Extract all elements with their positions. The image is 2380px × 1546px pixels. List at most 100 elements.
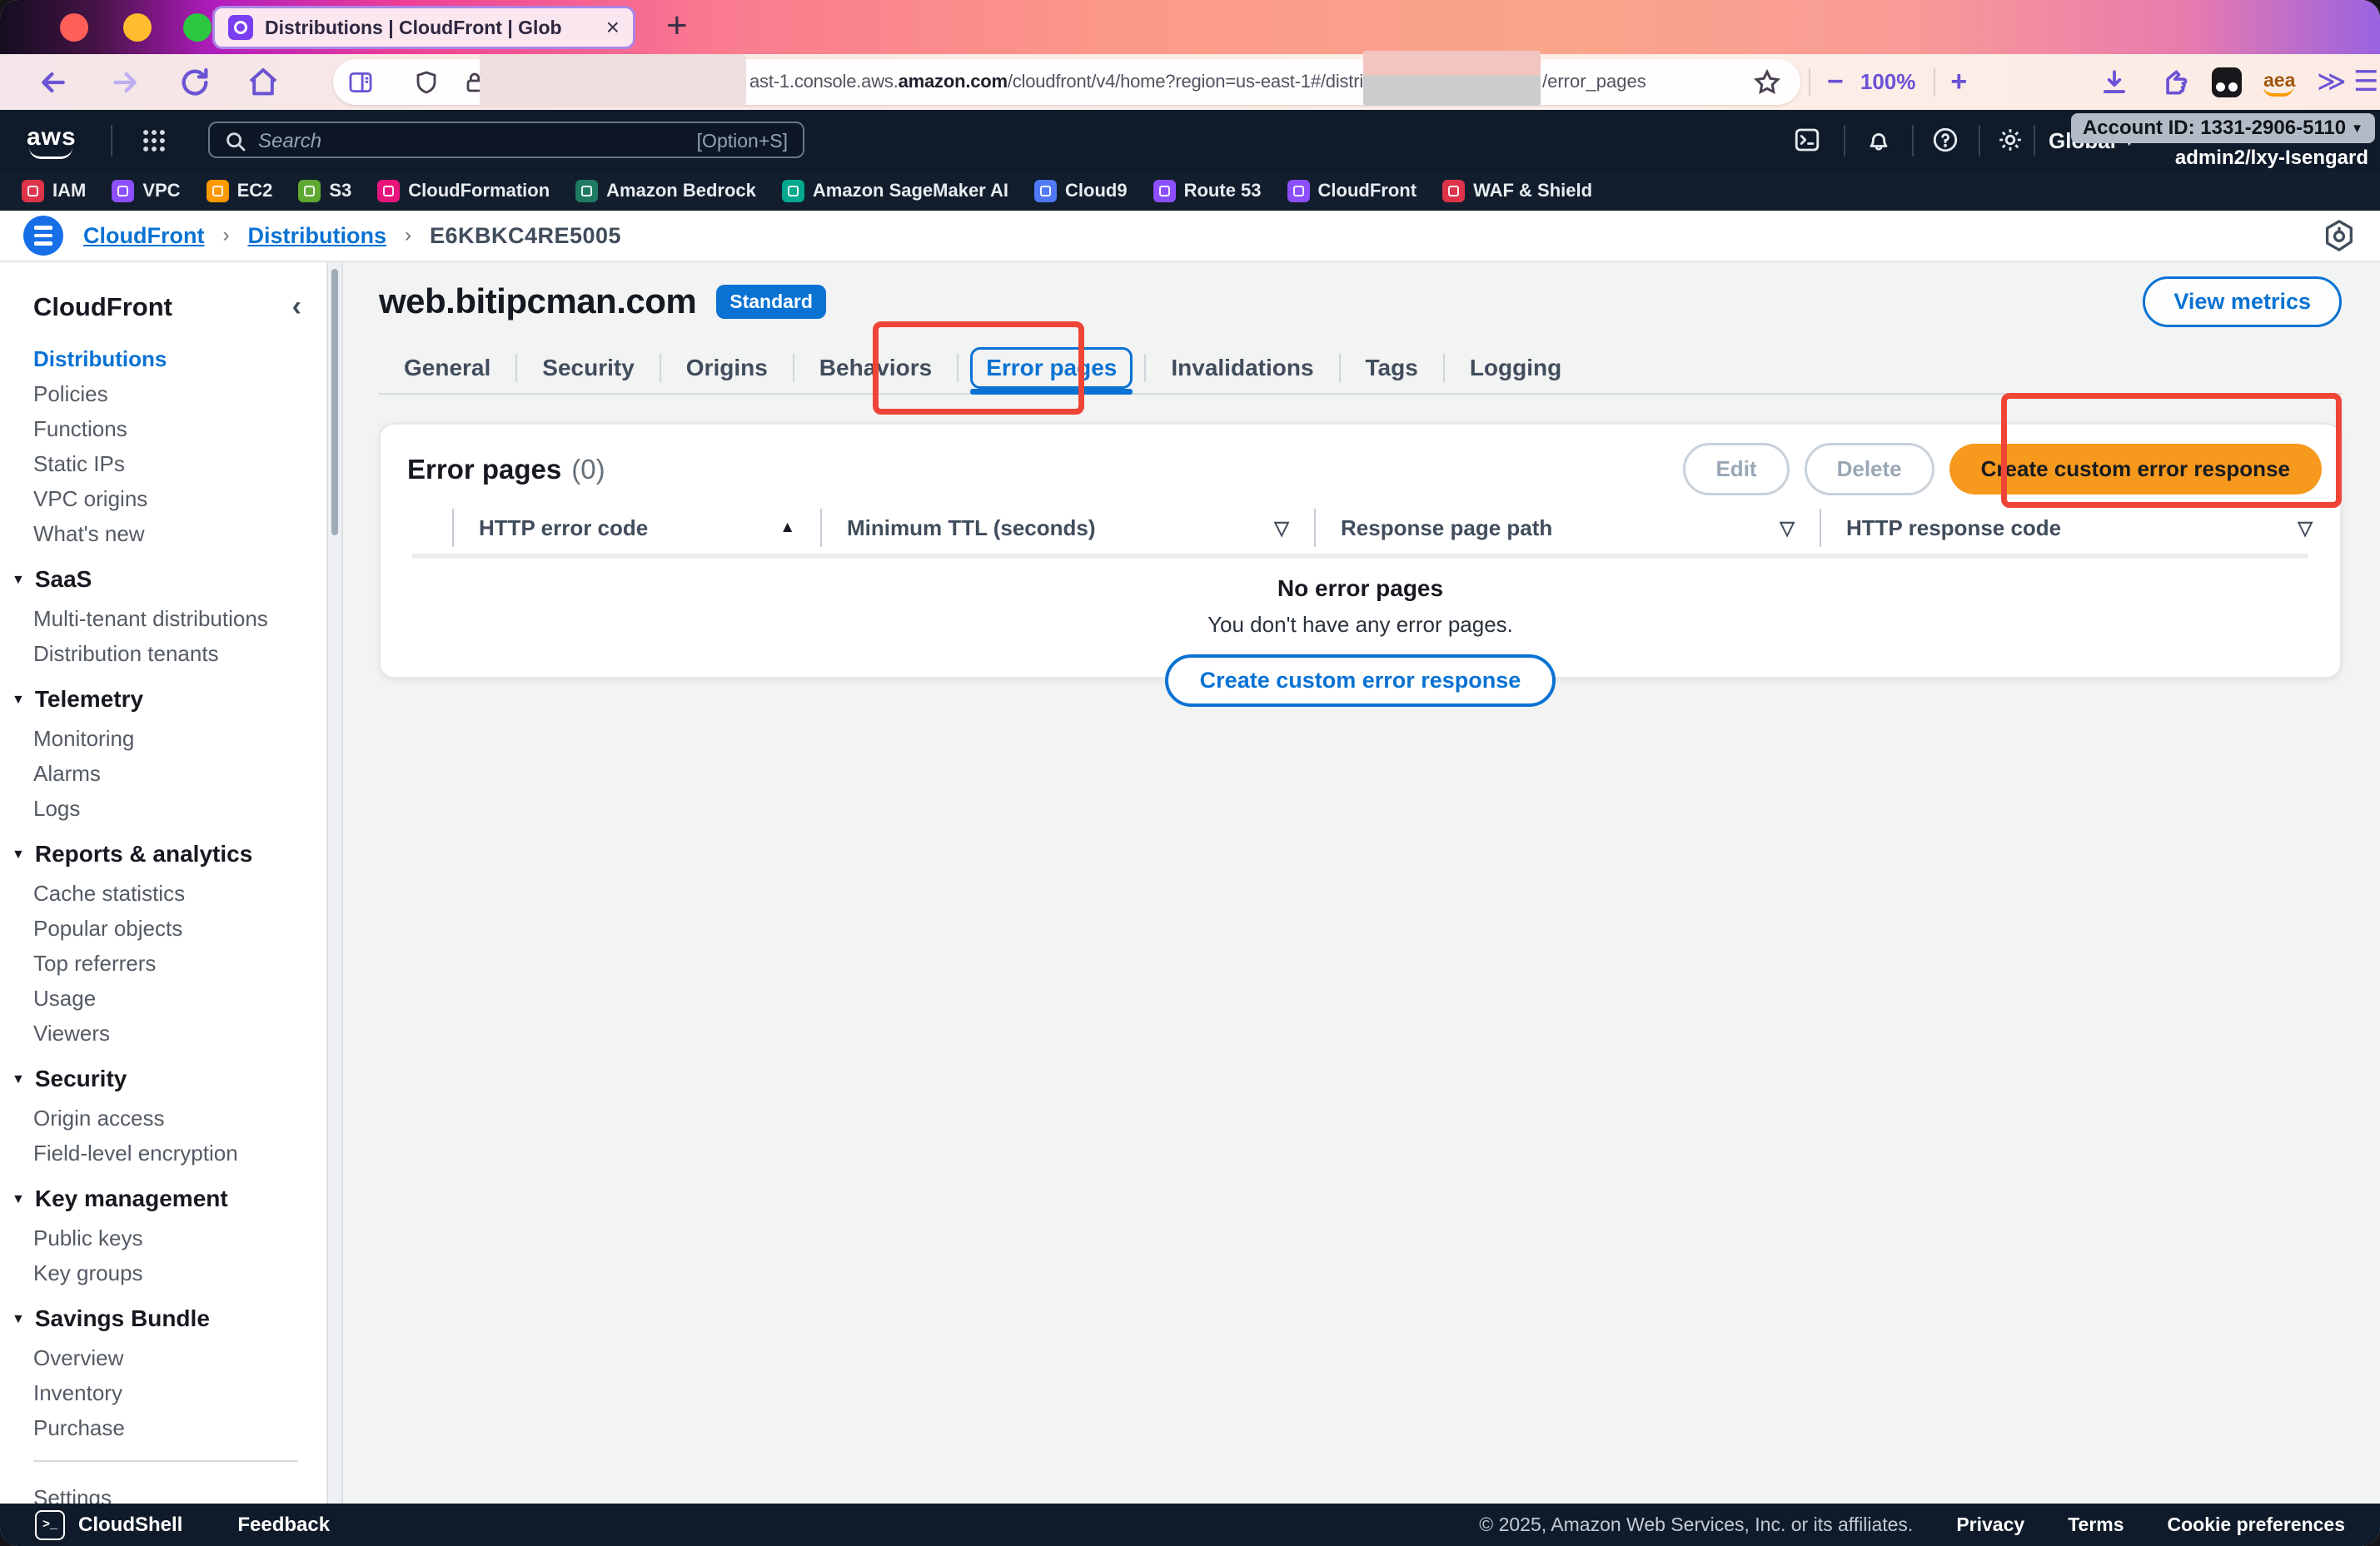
bookmark-route53[interactable]: Route 53 xyxy=(1153,180,1262,202)
column-minimum-ttl[interactable]: Minimum TTL (seconds)▽ xyxy=(822,509,1316,547)
sidebar-item-distribution-tenants[interactable]: Distribution tenants xyxy=(33,643,306,664)
sidebar-item-multi-tenant-distributions[interactable]: Multi-tenant distributions xyxy=(33,608,306,629)
sidebar-item-monitoring[interactable]: Monitoring xyxy=(33,728,306,749)
notifications-hexagon-icon[interactable] xyxy=(2322,218,2357,253)
sidebar-item-alarms[interactable]: Alarms xyxy=(33,763,306,784)
column-http-response-code[interactable]: HTTP response code▽ xyxy=(1821,509,2338,547)
column-http-error-code[interactable]: HTTP error code▲ xyxy=(454,509,822,547)
gear-icon[interactable] xyxy=(1995,125,2027,157)
bookmark-s3[interactable]: S3 xyxy=(298,180,351,202)
breadcrumb-distributions-link[interactable]: Distributions xyxy=(247,223,386,249)
sidebar-item-field-level-encryption[interactable]: Field-level encryption xyxy=(33,1142,306,1164)
save-to-pocket-icon[interactable] xyxy=(2158,67,2190,98)
sidebar-group-heading[interactable]: ▼Reports & analytics xyxy=(12,841,306,867)
zoom-out-button[interactable]: − xyxy=(1827,66,1844,98)
help-icon[interactable] xyxy=(1930,125,1962,157)
tab-logging[interactable]: Logging xyxy=(1470,343,1561,393)
sidebar-item-public-keys[interactable]: Public keys xyxy=(33,1227,306,1249)
shield-icon[interactable] xyxy=(413,68,441,97)
bookmark-bedrock[interactable]: Amazon Bedrock xyxy=(575,180,756,202)
bookmark-waf-shield[interactable]: WAF & Shield xyxy=(1442,180,1592,202)
breadcrumb-cloudfront-link[interactable]: CloudFront xyxy=(83,223,204,249)
tab-tags[interactable]: Tags xyxy=(1366,343,1418,393)
filter-icon[interactable]: ▽ xyxy=(1780,517,1795,539)
bookmark-star-icon[interactable] xyxy=(1752,67,1782,97)
account-id-dropdown[interactable]: Account ID: 1331-2906-5110▼ xyxy=(2071,113,2375,143)
side-menu-hamburger-icon[interactable] xyxy=(23,216,63,256)
bookmark-ec2[interactable]: EC2 xyxy=(207,180,273,202)
scrollbar-thumb[interactable] xyxy=(331,269,338,535)
filter-icon[interactable]: ▽ xyxy=(1274,517,1289,539)
sidebar-item-viewers[interactable]: Viewers xyxy=(33,1022,306,1044)
sidebar-item-usage[interactable]: Usage xyxy=(33,987,306,1009)
footer-feedback-link[interactable]: Feedback xyxy=(237,1514,330,1537)
cloudshell-icon[interactable]: >_ xyxy=(35,1510,65,1540)
bookmark-vpc[interactable]: VPC xyxy=(112,180,180,202)
sidebar-item-popular-objects[interactable]: Popular objects xyxy=(33,917,306,939)
account-username[interactable]: admin2/lxy-Isengard xyxy=(2175,147,2368,170)
toolbar-overflow-icon[interactable]: ≫ xyxy=(2317,65,2347,98)
tab-origins[interactable]: Origins xyxy=(686,343,768,393)
browser-tab[interactable]: Distributions | CloudFront | Glob × xyxy=(212,6,635,49)
zoom-level[interactable]: 100% xyxy=(1860,69,1916,95)
sidebar-group-heading[interactable]: ▼Savings Bundle xyxy=(12,1305,306,1332)
bookmark-sagemaker[interactable]: Amazon SageMaker AI xyxy=(782,180,1008,202)
bookmark-cloudfront[interactable]: CloudFront xyxy=(1287,180,1417,202)
sidebar-item-overview[interactable]: Overview xyxy=(33,1347,306,1369)
downloads-icon[interactable] xyxy=(2099,67,2130,98)
amazon-extension-icon[interactable]: aea xyxy=(2263,69,2295,92)
filter-icon[interactable]: ▽ xyxy=(2298,517,2313,539)
sidebar-scrollbar[interactable] xyxy=(326,262,343,1504)
sidebar-item-distributions[interactable]: Distributions xyxy=(33,348,306,370)
tab-invalidations[interactable]: Invalidations xyxy=(1171,343,1313,393)
sort-ascending-icon[interactable]: ▲ xyxy=(779,519,795,537)
new-tab-button[interactable]: + xyxy=(666,5,688,47)
sidebar-item-policies[interactable]: Policies xyxy=(33,383,306,405)
tab-security[interactable]: Security xyxy=(542,343,635,393)
footer-cloudshell-link[interactable]: CloudShell xyxy=(78,1514,182,1537)
macos-close-button[interactable] xyxy=(60,13,88,42)
extension-icon[interactable] xyxy=(2212,67,2242,97)
tab-close-icon[interactable]: × xyxy=(606,16,620,39)
forward-icon[interactable] xyxy=(108,66,142,99)
sidebar-group-heading[interactable]: ▼Security xyxy=(12,1066,306,1092)
sidebar-item-functions[interactable]: Functions xyxy=(33,418,306,440)
sidebar-item-top-referrers[interactable]: Top referrers xyxy=(33,952,306,974)
aws-logo[interactable]: aws xyxy=(27,123,77,152)
macos-minimize-button[interactable] xyxy=(123,13,152,42)
footer-cookie-preferences-link[interactable]: Cookie preferences xyxy=(2168,1514,2345,1536)
macos-zoom-button[interactable] xyxy=(183,13,212,42)
sidebar-item-purchase[interactable]: Purchase xyxy=(33,1417,306,1439)
aws-search-input[interactable]: Search [Option+S] xyxy=(208,122,804,158)
sidebar-item-key-groups[interactable]: Key groups xyxy=(33,1262,306,1284)
bookmark-cloud9[interactable]: Cloud9 xyxy=(1034,180,1128,202)
sidebar-item-vpc-origins[interactable]: VPC origins xyxy=(33,488,306,510)
delete-button[interactable]: Delete xyxy=(1805,443,1934,495)
sidebar-item-whats-new[interactable]: What's new xyxy=(33,523,306,544)
create-custom-error-response-secondary-button[interactable]: Create custom error response xyxy=(1165,654,1556,707)
tab-general[interactable]: General xyxy=(404,343,490,393)
notifications-bell-icon[interactable] xyxy=(1864,125,1895,157)
zoom-in-button[interactable]: + xyxy=(1950,66,1967,98)
sidebar-group-heading[interactable]: ▼SaaS xyxy=(12,566,306,593)
services-grid-icon[interactable] xyxy=(140,127,172,158)
cloudshell-terminal-icon[interactable] xyxy=(1792,125,1824,157)
sidebar-collapse-icon[interactable]: ‹ xyxy=(292,291,301,323)
sidebar-item-static-ips[interactable]: Static IPs xyxy=(33,453,306,475)
sidebar-item-logs[interactable]: Logs xyxy=(33,798,306,819)
sidebar-group-heading[interactable]: ▼Key management xyxy=(12,1186,306,1212)
address-bar[interactable]: ast-1.console.aws.amazon.com/cloudfront/… xyxy=(333,59,1800,105)
bookmark-cloudformation[interactable]: CloudFormation xyxy=(377,180,550,202)
view-metrics-button[interactable]: View metrics xyxy=(2143,276,2342,327)
edit-button[interactable]: Edit xyxy=(1683,443,1789,495)
reader-view-icon[interactable] xyxy=(346,68,375,97)
sidebar-item-cache-statistics[interactable]: Cache statistics xyxy=(33,882,306,904)
home-icon[interactable] xyxy=(246,66,280,99)
sidebar-item-inventory[interactable]: Inventory xyxy=(33,1382,306,1404)
footer-terms-link[interactable]: Terms xyxy=(2068,1514,2124,1536)
menu-hamburger-icon[interactable]: ☰ xyxy=(2353,65,2378,98)
sidebar-item-settings[interactable]: Settings xyxy=(33,1485,306,1504)
reload-icon[interactable] xyxy=(178,66,212,99)
sidebar-item-origin-access[interactable]: Origin access xyxy=(33,1107,306,1129)
footer-privacy-link[interactable]: Privacy xyxy=(1956,1514,2024,1536)
